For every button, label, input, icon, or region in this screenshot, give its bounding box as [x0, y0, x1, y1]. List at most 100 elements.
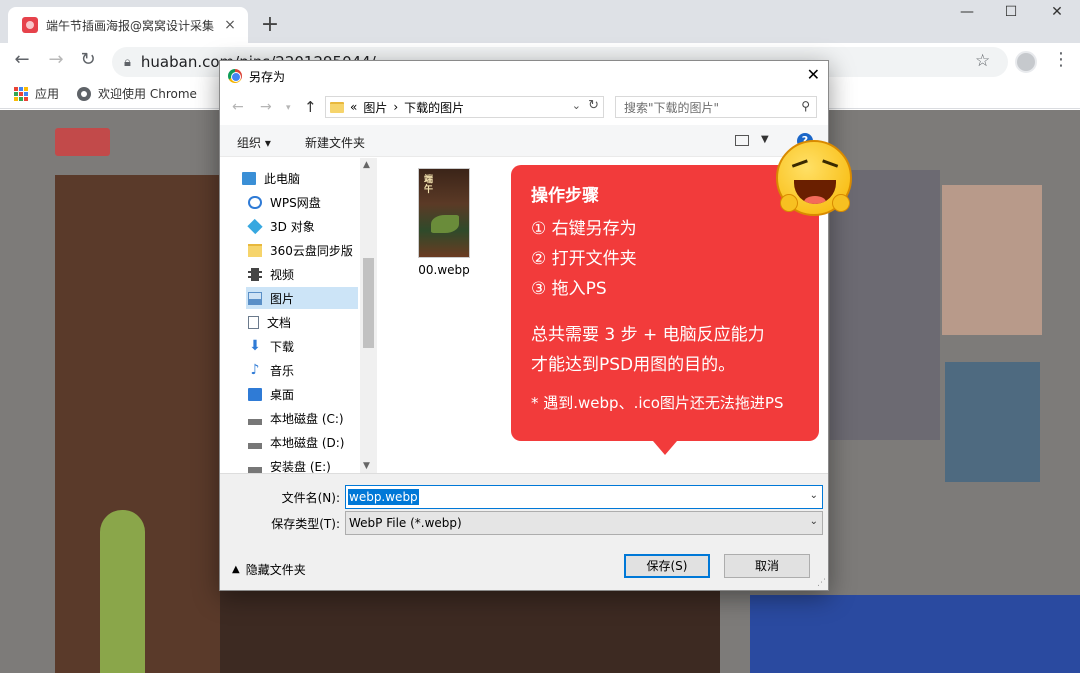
address-row: ← → ▾ ↑ « 图片 › 下载的图片 ⌄ ↻ 搜索"下载的图片" ⚲ [220, 93, 828, 123]
nav-item-documents[interactable]: 文档 [246, 311, 358, 333]
nav-item-label: WPS网盘 [270, 195, 321, 210]
tab-title: 端午节插画海报@窝窝设计采集到 [46, 18, 214, 33]
resize-grip-icon[interactable]: ⋰ [817, 578, 826, 588]
nav-item-label: 文档 [267, 315, 292, 330]
cloud-icon [248, 195, 262, 209]
bookmark-label: 应用 [35, 87, 60, 101]
reload-icon[interactable]: ↻ [76, 49, 100, 70]
nav-item-desktop[interactable]: 桌面 [246, 383, 358, 405]
folder-icon [248, 243, 262, 257]
nav-item-downloads[interactable]: ⬇ 下载 [246, 335, 358, 357]
forward-arrow-icon[interactable]: → [260, 99, 272, 115]
refresh-icon[interactable]: ↻ [588, 98, 599, 113]
lock-icon: 🔒︎ [124, 54, 131, 70]
browser-tab[interactable]: 端午节插画海报@窝窝设计采集到 × [8, 7, 248, 43]
chevron-down-icon[interactable]: ⌄ [572, 99, 581, 112]
hide-folders-toggle[interactable]: ▲ 隐藏文件夹 [232, 561, 306, 578]
callout-summary-line2: 才能达到PSD用图的目的。 [531, 355, 736, 375]
profile-avatar[interactable] [1015, 51, 1037, 73]
search-icon: ⚲ [801, 99, 810, 113]
nav-scrollbar[interactable]: ▲ ▼ [360, 158, 377, 473]
search-placeholder: 搜索"下载的图片" [624, 100, 720, 115]
chrome-logo-icon [228, 69, 242, 83]
bg-thumb [942, 185, 1042, 335]
chevron-up-icon: ▲ [232, 564, 240, 575]
back-arrow-icon[interactable]: ← [232, 99, 244, 115]
dialog-title: 另存为 [249, 69, 286, 84]
nav-item-wps-cloud[interactable]: WPS网盘 [246, 191, 358, 213]
dialog-close-button[interactable]: ✕ [807, 65, 820, 84]
dialog-titlebar: 另存为 [220, 61, 828, 91]
nav-item-videos[interactable]: 视频 [246, 263, 358, 285]
nav-item-label: 下载 [270, 339, 295, 354]
nav-item-label: 360云盘同步版 [270, 243, 353, 258]
bg-banner [750, 595, 1080, 673]
nav-item-label: 图片 [270, 291, 295, 306]
breadcrumb-part[interactable]: 下载的图片 [404, 99, 464, 116]
bg-poster-bottom [220, 590, 720, 673]
folder-breadcrumb[interactable]: « 图片 › 下载的图片 ⌄ ↻ [325, 96, 604, 118]
minimize-button[interactable]: — [944, 4, 990, 20]
window-close-button[interactable]: ✕ [1034, 4, 1080, 20]
chevron-down-icon[interactable]: ⌄ [810, 490, 818, 501]
nav-item-label: 此电脑 [264, 171, 301, 186]
scroll-down-icon[interactable]: ▼ [363, 461, 370, 471]
new-tab-button[interactable]: + [258, 12, 282, 37]
chrome-icon [77, 86, 92, 101]
up-arrow-icon[interactable]: ↑ [304, 98, 317, 116]
organize-menu[interactable]: 组织 ▾ [237, 134, 271, 151]
filetype-select[interactable]: WebP File (*.webp) ⌄ [345, 511, 823, 535]
breadcrumb-part[interactable]: 图片 [363, 99, 387, 116]
bg-thumb [945, 362, 1040, 482]
nav-item-music[interactable]: ♪ 音乐 [246, 359, 358, 381]
breadcrumb-prefix[interactable]: « [350, 100, 357, 114]
folder-icon [330, 101, 344, 113]
callout-step: ② 打开文件夹 [531, 249, 637, 269]
nav-item-pictures[interactable]: 图片 [246, 287, 358, 309]
cube-icon [247, 218, 263, 234]
back-arrow-icon[interactable]: ← [10, 49, 34, 70]
drive-icon [248, 459, 262, 473]
maximize-button[interactable]: ☐ [988, 4, 1034, 20]
bookmark-apps[interactable]: 应用 [14, 85, 59, 102]
filename-input[interactable]: webp.webp ⌄ [345, 485, 823, 509]
desktop-icon [248, 387, 262, 401]
recent-locations-chevron-icon[interactable]: ▾ [286, 103, 291, 113]
file-name[interactable]: 00.webp [408, 263, 480, 277]
view-options-icon[interactable] [735, 135, 749, 146]
bg-leaf [100, 510, 145, 673]
thumbnail-leaf [431, 215, 459, 233]
search-input[interactable]: 搜索"下载的图片" ⚲ [615, 96, 817, 118]
cancel-button[interactable]: 取消 [724, 554, 810, 578]
file-thumbnail[interactable]: 端 午 [418, 168, 470, 258]
scrollbar-thumb[interactable] [363, 258, 374, 348]
forward-arrow-icon[interactable]: → [44, 49, 68, 70]
chevron-down-icon[interactable]: ⌄ [810, 516, 818, 527]
nav-item-drive-d[interactable]: 本地磁盘 (D:) [246, 431, 358, 453]
bookmark-welcome-chrome[interactable]: 欢迎使用 Chrome [77, 85, 197, 102]
scroll-up-icon[interactable]: ▲ [363, 160, 370, 170]
menu-kebab-icon[interactable]: ⋮ [1052, 49, 1070, 70]
nav-item-3d-objects[interactable]: 3D 对象 [246, 215, 358, 237]
nav-item-360-cloud[interactable]: 360云盘同步版 [246, 239, 358, 261]
bookmark-star-icon[interactable]: ☆ [975, 51, 990, 71]
nav-item-drive-c[interactable]: 本地磁盘 (C:) [246, 407, 358, 429]
nav-item-drive-e[interactable]: 安装盘 (E:) [246, 455, 358, 473]
filename-label: 文件名(N): [281, 491, 340, 505]
filetype-value: WebP File (*.webp) [349, 516, 462, 530]
dialog-footer: 文件名(N): webp.webp ⌄ 保存类型(T): WebP File (… [220, 474, 828, 590]
filename-value[interactable]: webp.webp [348, 489, 419, 505]
tab-close-icon[interactable]: × [222, 17, 238, 33]
new-folder-button[interactable]: 新建文件夹 [305, 134, 365, 151]
nav-item-label: 本地磁盘 (C:) [270, 411, 344, 426]
save-button[interactable]: 保存(S) [624, 554, 710, 578]
callout-step: ① 右键另存为 [531, 219, 637, 239]
view-dropdown-icon[interactable]: ▼ [761, 134, 769, 145]
nav-item-this-pc[interactable]: 此电脑 [240, 167, 352, 189]
emoji-hand [832, 194, 850, 212]
navigation-pane: 此电脑 WPS网盘 3D 对象 360云盘同步版 视频 图片 文档 ⬇ 下载 ♪… [220, 158, 376, 473]
emoji-eye [791, 159, 809, 169]
emoji-eye [821, 159, 839, 169]
download-icon: ⬇ [249, 337, 261, 354]
picture-icon [248, 291, 262, 305]
